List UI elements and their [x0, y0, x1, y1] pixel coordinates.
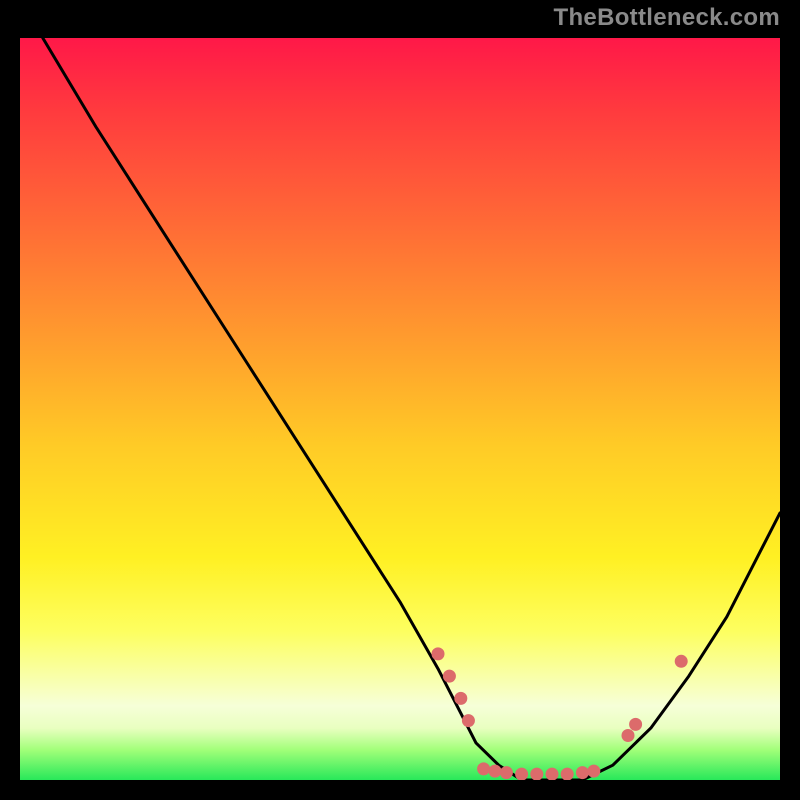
- data-marker: [629, 718, 642, 731]
- data-marker: [462, 714, 475, 727]
- bottleneck-curve: [43, 38, 780, 780]
- curve-path: [43, 38, 780, 780]
- data-marker: [432, 647, 445, 660]
- curve-markers: [432, 647, 688, 780]
- plot-area: [20, 38, 780, 780]
- data-marker: [454, 692, 467, 705]
- chart-svg: [20, 38, 780, 780]
- data-marker: [675, 655, 688, 668]
- data-marker: [443, 670, 456, 683]
- data-marker: [622, 729, 635, 742]
- chart-frame: TheBottleneck.com: [0, 0, 800, 800]
- data-marker: [576, 766, 589, 779]
- data-marker: [515, 768, 528, 780]
- data-marker: [489, 765, 502, 778]
- data-marker: [500, 766, 513, 779]
- data-marker: [587, 765, 600, 778]
- data-marker: [561, 768, 574, 780]
- data-marker: [530, 768, 543, 780]
- watermark-text: TheBottleneck.com: [554, 4, 780, 32]
- data-marker: [477, 762, 490, 775]
- data-marker: [546, 768, 559, 780]
